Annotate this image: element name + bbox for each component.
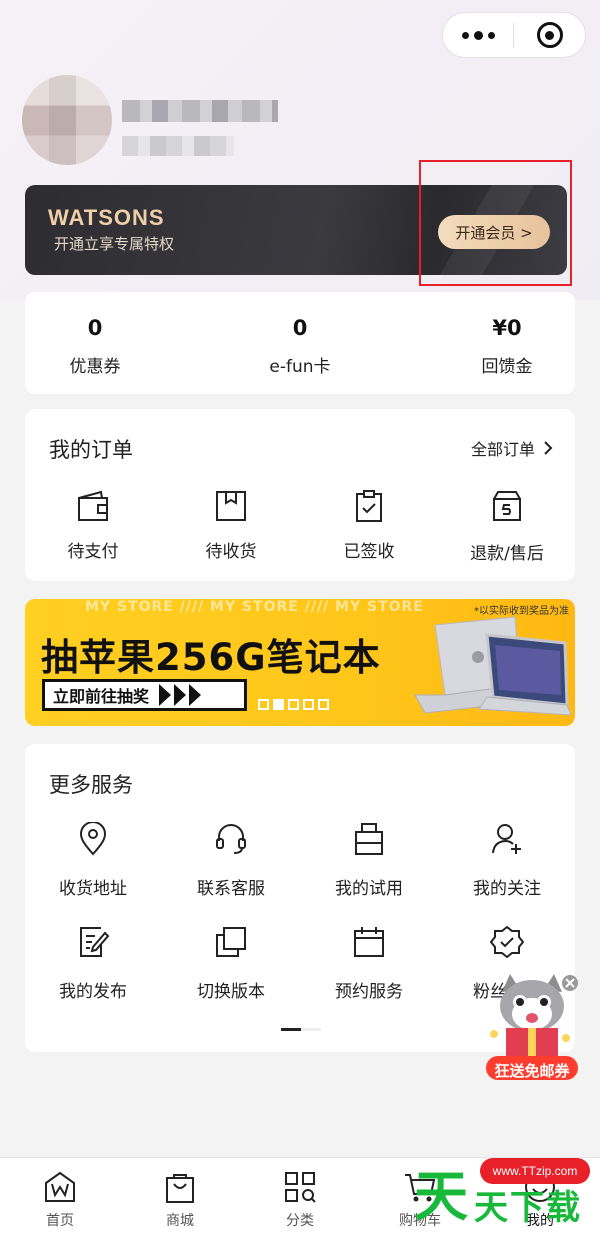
location-pin-icon — [79, 822, 107, 856]
package-icon — [216, 491, 246, 521]
clipboard-check-icon — [356, 490, 382, 522]
user-plus-icon — [492, 824, 521, 854]
mini-program-capsule — [442, 12, 586, 58]
go-lottery-button[interactable]: 立即前往抽奖 — [42, 679, 247, 711]
order-to-receive[interactable]: 待收货 — [171, 489, 291, 562]
tab-label: 分类 — [286, 1213, 314, 1229]
order-signed[interactable]: 已签收 — [309, 489, 429, 562]
stat-label: e-fun卡 — [269, 357, 331, 377]
laptop-image — [414, 616, 572, 716]
switch-version-icon — [216, 927, 246, 957]
tab-label: 首页 — [46, 1213, 74, 1229]
highlight-box — [419, 160, 572, 286]
user-name-blurred — [122, 100, 278, 122]
all-orders-link[interactable]: 全部订单 — [471, 436, 553, 460]
banner-pager — [258, 699, 329, 710]
service-label: 我的试用 — [335, 879, 403, 899]
user-id-blurred — [122, 136, 234, 156]
site-watermark-logo: www.TTzip.com 天 天下载 — [412, 1148, 600, 1242]
stat-value: ¥0 — [492, 316, 522, 340]
service-fan-benefits[interactable]: 粉丝福利 — [447, 925, 567, 1002]
watermark-url: www.TTzip.com — [480, 1158, 590, 1184]
section-title: 我的订单 — [49, 438, 133, 462]
tab-home[interactable]: 首页 — [20, 1170, 100, 1230]
order-status-label: 待收货 — [205, 542, 257, 562]
order-pending-payment[interactable]: 待支付 — [33, 489, 153, 562]
home-w-icon — [45, 1171, 75, 1202]
service-label: 我的关注 — [473, 879, 541, 899]
store-watermark: MY STORE //// MY STORE //// MY STORE — [85, 599, 424, 615]
service-label: 收货地址 — [59, 879, 127, 899]
go-lottery-label: 立即前往抽奖 — [53, 687, 150, 706]
stat-value: 0 — [292, 316, 308, 340]
pager-dot — [258, 699, 269, 710]
service-my-trials[interactable]: 我的试用 — [309, 822, 429, 899]
edit-document-icon — [80, 927, 110, 957]
triple-arrow-icon — [159, 684, 204, 706]
pager-dot — [303, 699, 314, 710]
stat-label: 回馈金 — [481, 357, 533, 377]
more-icon[interactable] — [443, 13, 513, 57]
membership-tagline: 开通立享专属特权 — [54, 235, 175, 253]
return-box-icon — [493, 491, 521, 521]
orders-card: 我的订单 全部订单 待支付 待收货 已签收 退款/售后 — [25, 409, 575, 581]
watermark-big-char: 天 — [414, 1165, 468, 1228]
floater-text: 狂送免邮券 — [494, 1062, 570, 1080]
shopping-bag-icon — [166, 1174, 194, 1203]
service-label: 我的发布 — [59, 982, 127, 1002]
pager-dot — [288, 699, 299, 710]
pager-dot-active — [273, 699, 284, 710]
section-title: 更多服务 — [49, 773, 133, 797]
chevron-right-icon — [544, 441, 553, 455]
pager-dot — [318, 699, 329, 710]
trial-box-icon — [355, 823, 383, 855]
promo-headline: 抽苹果256G笔记本 — [41, 636, 381, 679]
stat-label: 优惠券 — [69, 357, 121, 377]
stat-value: 0 — [87, 316, 103, 340]
service-switch-version[interactable]: 切换版本 — [171, 925, 291, 1002]
service-my-posts[interactable]: 我的发布 — [33, 925, 153, 1002]
order-status-label: 待支付 — [67, 542, 119, 562]
close-miniprogram-icon[interactable] — [514, 13, 585, 57]
category-grid-icon — [285, 1172, 316, 1203]
brand-logo-text: WATSONS — [48, 205, 165, 230]
service-my-follows[interactable]: 我的关注 — [447, 822, 567, 899]
services-scroll-indicator — [281, 1028, 321, 1031]
watermark-text: 天下载 — [474, 1188, 582, 1228]
badge-check-icon — [490, 925, 524, 959]
tab-mall[interactable]: 商城 — [140, 1170, 220, 1230]
assets-card: 0 优惠券 0 e-fun卡 ¥0 回馈金 — [25, 292, 575, 394]
free-shipping-floater[interactable]: 狂送免邮券 — [484, 972, 580, 1082]
order-refund[interactable]: 退款/售后 — [447, 489, 567, 564]
wallet-icon — [78, 490, 108, 521]
order-status-label: 已签收 — [343, 542, 395, 562]
service-label: 切换版本 — [197, 982, 265, 1002]
service-address[interactable]: 收货地址 — [33, 822, 153, 899]
service-label: 联系客服 — [197, 879, 265, 899]
headset-icon — [216, 824, 246, 854]
service-customer-support[interactable]: 联系客服 — [171, 822, 291, 899]
tab-label: 商城 — [166, 1213, 194, 1229]
calendar-icon — [354, 927, 384, 957]
all-orders-label: 全部订单 — [470, 440, 535, 459]
order-status-label: 退款/售后 — [470, 544, 544, 564]
tab-category[interactable]: 分类 — [260, 1170, 340, 1230]
service-label: 预约服务 — [335, 982, 403, 1002]
avatar[interactable] — [22, 75, 112, 165]
lottery-promo-banner[interactable]: MY STORE //// MY STORE //// MY STORE *以实… — [25, 599, 575, 726]
service-appointment[interactable]: 预约服务 — [309, 925, 429, 1002]
